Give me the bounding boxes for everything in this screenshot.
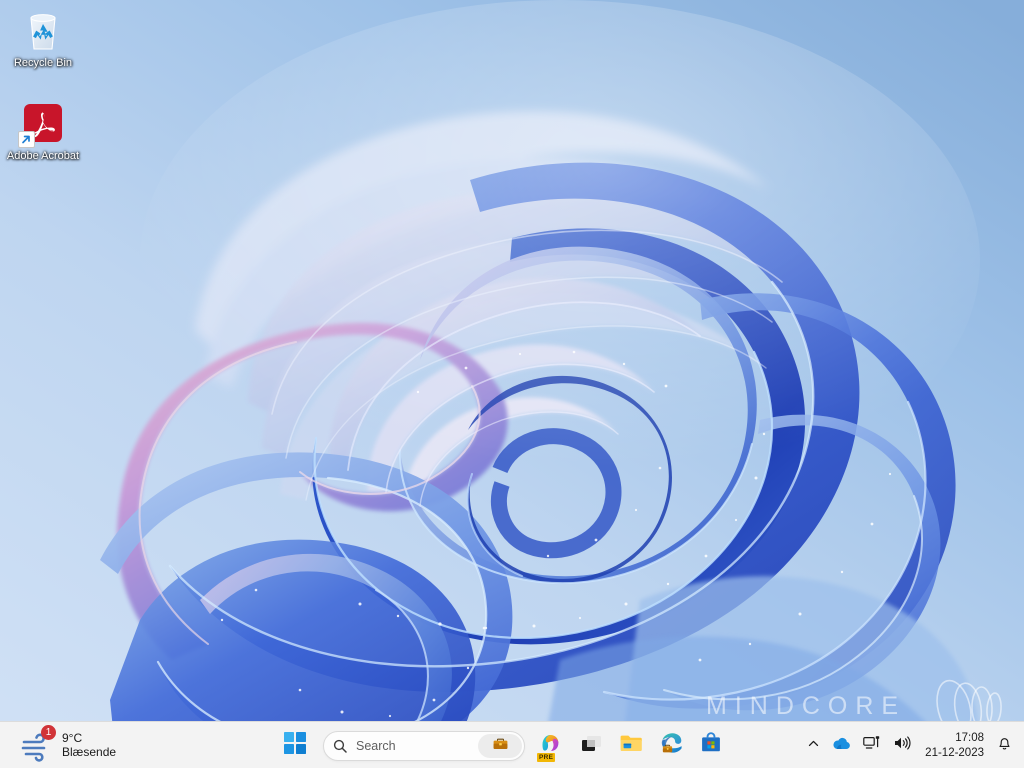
weather-notification-badge: 1 bbox=[41, 725, 56, 740]
weather-temperature: 9°C bbox=[62, 731, 83, 745]
taskbar-app-file-explorer[interactable] bbox=[611, 726, 651, 766]
desktop-icon-adobe-acrobat[interactable]: Adobe Acrobat bbox=[4, 99, 82, 163]
tray-item-network[interactable] bbox=[857, 728, 887, 764]
copilot-preview-badge: PRE bbox=[537, 752, 556, 762]
recycle-bin-icon bbox=[19, 6, 67, 54]
briefcase-icon bbox=[492, 735, 509, 757]
start-button[interactable] bbox=[275, 726, 315, 766]
taskbar-search-box[interactable]: Search bbox=[323, 730, 525, 761]
taskbar-weather-widget[interactable]: 1 9°C Blæsende bbox=[14, 725, 122, 765]
speaker-icon bbox=[893, 735, 912, 756]
cloud-icon bbox=[832, 736, 851, 756]
tray-item-onedrive[interactable] bbox=[826, 728, 857, 764]
taskbar-app-microsoft-edge[interactable] bbox=[651, 726, 691, 766]
network-icon bbox=[863, 735, 881, 756]
desktop-screen: Recycle Bin Adobe Acrobat MINDCORE 1 9°C… bbox=[0, 0, 1024, 768]
taskbar-app-task-view[interactable] bbox=[571, 726, 611, 766]
microsoft-edge-icon bbox=[659, 731, 684, 761]
search-icon bbox=[333, 739, 347, 753]
clock-time: 17:08 bbox=[955, 731, 984, 744]
windows-logo-icon bbox=[284, 732, 306, 759]
desktop-icon-recycle-bin[interactable]: Recycle Bin bbox=[4, 6, 82, 70]
notifications-button[interactable] bbox=[991, 728, 1018, 764]
taskbar-app-microsoft-365-copilot[interactable]: PRE bbox=[531, 726, 571, 766]
bell-icon bbox=[997, 735, 1012, 756]
taskbar-app-microsoft-store[interactable] bbox=[691, 726, 731, 766]
adobe-acrobat-icon bbox=[18, 99, 67, 148]
desktop-wallpaper[interactable] bbox=[0, 0, 1024, 768]
weather-text: 9°C Blæsende bbox=[62, 731, 116, 759]
task-view-icon bbox=[580, 732, 603, 760]
taskbar-clock[interactable]: 17:08 21-12-2023 bbox=[918, 727, 991, 765]
shortcut-arrow-icon bbox=[18, 131, 35, 148]
tray-overflow-button[interactable] bbox=[801, 728, 826, 764]
clock-date: 21-12-2023 bbox=[925, 746, 984, 759]
search-placeholder: Search bbox=[356, 738, 396, 753]
search-work-button[interactable] bbox=[478, 733, 522, 758]
tray-item-volume[interactable] bbox=[887, 728, 918, 764]
desktop-icon-label: Adobe Acrobat bbox=[6, 150, 80, 162]
microsoft-store-icon bbox=[699, 731, 723, 760]
windy-icon: 1 bbox=[20, 725, 56, 762]
chevron-up-icon bbox=[807, 737, 820, 755]
system-tray: 17:08 21-12-2023 bbox=[801, 722, 1018, 768]
taskbar-center-cluster: Search PRE bbox=[275, 722, 731, 768]
desktop-icon-label: Recycle Bin bbox=[13, 57, 73, 69]
taskbar: 1 9°C Blæsende Search PRE 17:08 21-12-20… bbox=[0, 721, 1024, 768]
file-explorer-icon bbox=[619, 731, 644, 761]
weather-condition: Blæsende bbox=[62, 745, 117, 759]
